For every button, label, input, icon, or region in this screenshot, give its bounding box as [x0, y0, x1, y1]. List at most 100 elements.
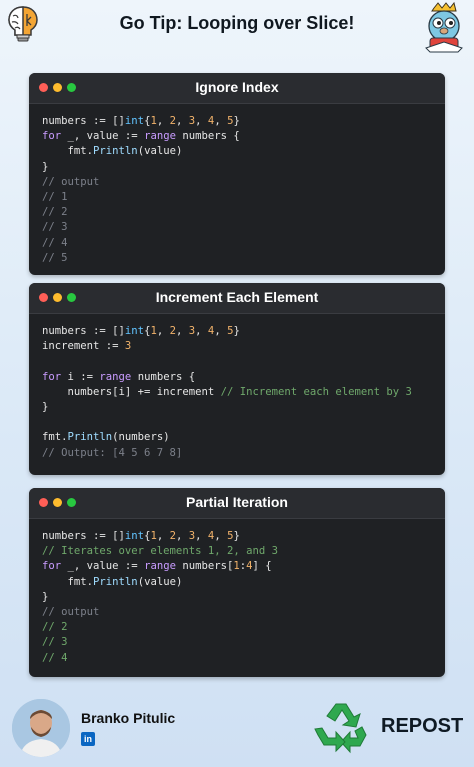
- code-token: // Output: [4 5 6 7 8]: [42, 446, 183, 459]
- code-card-partial-iteration: Partial Iteration numbers := []int{1, 2,…: [29, 488, 445, 677]
- code-token: for: [42, 130, 62, 143]
- code-line: for i := range numbers {: [42, 370, 432, 385]
- code-token: range: [144, 130, 176, 143]
- code-token: range: [99, 370, 132, 383]
- card-header: Partial Iteration: [29, 488, 445, 519]
- code-token: numbers {: [131, 370, 196, 383]
- code-token: // 4: [42, 651, 68, 664]
- recycle-icon[interactable]: [314, 700, 370, 754]
- code-token: _, value :=: [61, 560, 145, 573]
- avatar: [12, 699, 70, 757]
- code-token: fmt.: [42, 431, 68, 444]
- card-title: Ignore Index: [195, 79, 279, 95]
- code-line: // Iterates over elements 1, 2, and 3: [42, 544, 432, 559]
- code-token: numbers[i] += increment: [42, 385, 221, 398]
- code-token: // 1: [42, 190, 68, 203]
- code-token: (value): [137, 145, 183, 158]
- code-token: }: [233, 530, 240, 542]
- code-token: // Iterates over elements 1, 2, and 3: [42, 545, 278, 558]
- code-block: numbers := []int{1, 2, 3, 4, 5} for _, va…: [29, 104, 445, 266]
- card-title: Partial Iteration: [186, 494, 288, 510]
- code-line: // 3: [42, 635, 432, 650]
- code-token: // 3: [42, 221, 68, 234]
- code-token: // output: [42, 175, 100, 188]
- code-line: // output: [42, 175, 432, 190]
- code-token: int: [124, 325, 145, 337]
- code-token: Println: [93, 145, 138, 158]
- code-line: numbers := []int{1, 2, 3, 4, 5}: [42, 114, 432, 129]
- gopher-mascot-icon: [420, 1, 468, 54]
- code-token: // output: [42, 605, 100, 618]
- code-token: ,: [176, 325, 189, 337]
- code-token: numbers := []: [42, 530, 125, 542]
- code-token: }: [233, 325, 240, 337]
- card-header: Ignore Index: [29, 73, 445, 104]
- code-line: // 3: [42, 220, 432, 235]
- code-card-increment-each-element: Increment Each Element numbers := []int{…: [29, 283, 445, 475]
- author-name: Branko Pitulic: [81, 710, 176, 726]
- code-token: ,: [156, 115, 170, 127]
- code-token: ,: [195, 530, 208, 542]
- code-line: numbers := []int{1, 2, 3, 4, 5}: [42, 324, 432, 339]
- code-token: (value): [137, 575, 183, 588]
- code-token: ,: [214, 325, 228, 337]
- code-line: numbers := []int{1, 2, 3, 4, 5}: [42, 529, 432, 544]
- code-token: // 2: [42, 206, 68, 219]
- code-token: numbers {: [175, 130, 240, 143]
- code-token: numbers := []: [42, 115, 125, 127]
- code-line: // 1: [42, 190, 432, 205]
- code-token: for: [42, 370, 62, 383]
- code-token: ,: [156, 325, 170, 337]
- code-token: // 3: [42, 636, 68, 649]
- code-line: // 2: [42, 620, 432, 635]
- code-line: increment := 3: [42, 339, 432, 354]
- code-token: numbers := []: [42, 325, 125, 337]
- code-token: // Increment each element by 3: [220, 385, 412, 398]
- code-token: }: [42, 160, 49, 173]
- code-token: // 4: [42, 236, 68, 249]
- code-line: for _, value := range numbers {: [42, 129, 432, 144]
- code-line: for _, value := range numbers[1:4] {: [42, 559, 432, 574]
- code-card-ignore-index: Ignore Index numbers := []int{1, 2, 3, 4…: [29, 73, 445, 275]
- code-token: range: [144, 560, 176, 573]
- card-header: Increment Each Element: [29, 283, 445, 314]
- code-token: ,: [176, 530, 189, 542]
- code-token: ,: [156, 530, 170, 542]
- linkedin-icon[interactable]: in: [81, 732, 95, 746]
- code-token: fmt.: [42, 145, 94, 158]
- code-line: // 4: [42, 651, 432, 666]
- code-line: numbers[i] += increment // Increment eac…: [42, 385, 432, 400]
- code-line: // output: [42, 605, 432, 620]
- code-token: for: [42, 560, 62, 573]
- repost-label: REPOST: [381, 715, 464, 737]
- code-block: numbers := []int{1, 2, 3, 4, 5} increment…: [29, 314, 445, 461]
- code-token: Println: [93, 575, 138, 588]
- code-token: increment :=: [42, 340, 125, 353]
- code-token: }: [42, 400, 49, 413]
- code-token: // 2: [42, 621, 68, 634]
- code-token: // 5: [42, 251, 68, 264]
- code-line: // 5: [42, 251, 432, 266]
- code-token: fmt.: [42, 575, 94, 588]
- code-line: fmt.Println(numbers): [42, 430, 432, 445]
- code-token: ,: [214, 115, 228, 127]
- code-token: ] {: [252, 560, 272, 573]
- code-line: }: [42, 400, 432, 415]
- code-token: ,: [195, 325, 208, 337]
- code-token: _, value :=: [61, 130, 145, 143]
- code-token: Println: [67, 431, 113, 444]
- code-line: // 2: [42, 205, 432, 220]
- code-token: (numbers): [112, 431, 170, 444]
- card-title: Increment Each Element: [155, 289, 319, 305]
- code-token: }: [233, 115, 240, 127]
- code-token: i :=: [61, 370, 100, 383]
- code-line: // Output: [4 5 6 7 8]: [42, 446, 432, 461]
- code-line: fmt.Println(value): [42, 144, 432, 159]
- code-line: // 4: [42, 236, 432, 251]
- code-token: ,: [176, 115, 189, 127]
- code-token: int: [124, 530, 145, 542]
- code-token: ,: [195, 115, 208, 127]
- code-line: }: [42, 160, 432, 175]
